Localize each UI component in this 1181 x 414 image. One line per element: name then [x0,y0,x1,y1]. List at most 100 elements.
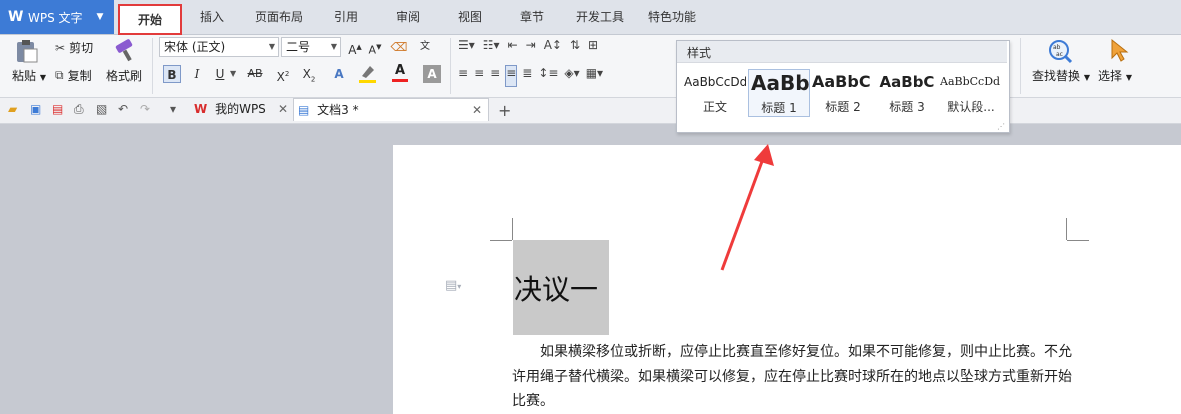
align-right-icon[interactable]: ≡ [490,66,500,86]
style-item-heading-1[interactable]: AaBb 标题 1 [748,69,810,117]
find-replace-label[interactable]: 查找替换 ▼ [1032,67,1090,84]
doc-tab-label: 文档3 * [317,103,359,117]
tab-developer[interactable]: 开发工具 [570,0,630,34]
print-icon[interactable]: ⎙ [74,102,84,117]
paragraph-line[interactable]: 如果横梁移位或折断，应停止比赛直至修好复位。如果不可能修复，则中止比赛。不允 [540,341,1072,361]
document-heading[interactable]: 决议一 [514,268,598,308]
font-color-icon: A [394,63,406,78]
format-painter-button[interactable] [112,38,138,64]
line-spacing-icon[interactable]: ↕≡ [538,66,558,86]
table-icon[interactable]: ⊞ [588,38,598,58]
format-painter-label[interactable]: 格式刷 [106,67,142,84]
tab-special[interactable]: 特色功能 [642,0,702,34]
app-name: WPS 文字 [28,10,83,25]
close-icon[interactable]: ✕ [278,98,288,121]
font-size-value: 二号 [286,40,311,54]
doc-tab-document3[interactable]: ▤ 文档3 * ✕ [293,98,489,121]
numbered-list-icon[interactable]: ☷▾ [483,38,500,58]
paste-label[interactable]: 粘贴 ▼ [12,67,46,84]
doc-tab-mywps[interactable]: W 我的WPS ✕ [190,98,294,121]
tab-chapter[interactable]: 章节 [512,0,552,34]
close-icon[interactable]: ✕ [472,99,482,122]
style-preview: AaBbC [879,73,935,91]
redo-icon[interactable]: ↷ [140,102,150,116]
style-item-heading-3[interactable]: AaBbC 标题 3 [876,69,938,117]
distributed-icon[interactable]: ≣ [522,66,532,86]
paragraph-row-2: ≡ ≡ ≡ ≡ ≣ ↕≡ ◈▾ ▦▾ [458,65,648,87]
clear-format-icon[interactable]: ⌫ [390,38,408,56]
copy-icon: ⧉ [55,68,64,82]
chevron-down-icon[interactable]: ▼ [230,69,236,78]
style-name: 默认段... [947,100,995,114]
bold-button[interactable]: B [163,65,181,83]
chevron-down-icon: ▼ [1083,73,1090,82]
tab-insert[interactable]: 插入 [190,0,234,34]
paste-button[interactable] [14,38,40,64]
undo-icon[interactable]: ↶ [118,102,128,116]
align-center-icon[interactable]: ≡ [474,66,484,86]
style-item-normal[interactable]: AaBbCcDd 正文 [684,69,746,117]
decrease-indent-icon[interactable]: ⇤ [508,38,518,58]
style-item-default-paragraph[interactable]: AaBbCcDd 默认段... [940,69,1002,117]
brush-icon [115,39,133,62]
sort-icon[interactable]: ⇅ [570,38,580,58]
tab-references[interactable]: 引用 [326,0,366,34]
chevron-down-icon: ▼ [96,12,104,22]
text-direction-icon[interactable]: A↕ [544,38,562,58]
chevron-down-icon: ▼ [39,73,46,82]
cursor-arrow-icon [1111,38,1129,62]
font-size-combo[interactable]: 二号 ▼ [281,37,341,57]
select-label[interactable]: 选择 ▼ [1098,67,1132,84]
select-button[interactable] [1108,38,1130,64]
svg-text:ab: ab [1053,44,1061,51]
strikethrough-button[interactable]: AB [244,65,266,83]
borders-icon[interactable]: ▦▾ [586,66,603,86]
scissors-icon: ✂ [55,40,66,55]
paste-icon [17,40,38,63]
save-icon[interactable]: ▣ [30,102,41,116]
justify-icon[interactable]: ≡ [505,65,518,87]
resize-grip-icon[interactable]: ⋰ [997,122,1005,131]
app-menu-button[interactable]: W WPS 文字 ▼ [0,0,114,34]
bullet-list-icon[interactable]: ☰▾ [458,38,475,58]
italic-button[interactable]: I [188,65,206,83]
subscript-button[interactable]: X2 [300,65,318,83]
tab-review[interactable]: 审阅 [388,0,428,34]
increase-indent-icon[interactable]: ⇥ [526,38,536,58]
grow-font-button[interactable]: A▲ [346,38,364,57]
font-family-combo[interactable]: 宋体 (正文) ▼ [159,37,279,57]
superscript-button[interactable]: X2 [274,65,292,84]
phonetic-guide-icon[interactable]: 文 [416,38,434,56]
paragraph-line[interactable]: 许用绳子替代横梁。如果横梁可以修复，应在停止比赛时球所在的地点以坠球方式重新开始 [512,366,1072,386]
shading-icon[interactable]: ◈▾ [564,66,579,86]
char-shading-button[interactable]: A [423,65,441,83]
cut-button[interactable]: ✂ 剪切 [55,39,93,56]
annotation-arrow [720,144,774,271]
open-folder-icon[interactable]: ▰ [8,102,17,116]
export-pdf-icon[interactable]: ▤ [52,102,63,116]
print-preview-icon[interactable]: ▧ [96,102,107,116]
tab-view[interactable]: 视图 [450,0,490,34]
copy-button[interactable]: ⧉ 复制 [55,67,92,84]
shrink-font-button[interactable]: A▼ [366,38,384,57]
crop-mark [490,240,512,241]
paragraph-menu-icon[interactable]: ▤▾ [445,278,461,293]
wps-logo-icon: W [8,9,24,25]
style-name: 标题 1 [761,101,797,115]
underline-button[interactable]: U [211,65,229,83]
font-color-button[interactable]: A [390,62,410,84]
text-effect-icon[interactable]: A [330,65,348,83]
tab-home[interactable]: 开始 [118,4,182,35]
paragraph-line[interactable]: 比赛。 [512,390,554,410]
highlight-button[interactable] [358,62,378,84]
tab-page-layout[interactable]: 页面布局 [248,0,310,34]
customize-toolbar-icon[interactable]: ▾ [170,102,176,116]
wps-brand-icon: W [194,102,208,116]
styles-popup-header: 样式 [677,41,1007,63]
new-tab-plus-icon[interactable]: + [498,101,511,120]
divider [1020,38,1021,94]
styles-popup-title: 样式 [687,46,712,60]
align-left-icon[interactable]: ≡ [458,66,468,86]
style-item-heading-2[interactable]: AaBbC 标题 2 [812,69,874,117]
find-replace-button[interactable]: ab ac [1045,38,1075,64]
